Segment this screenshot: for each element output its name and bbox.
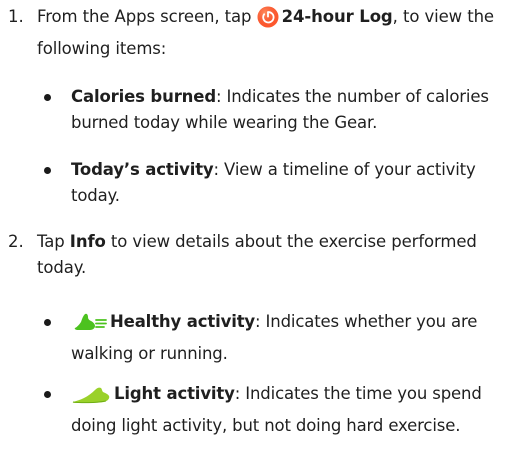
bullet-term: Light activity (114, 384, 235, 403)
step-text: Tap Info to view details about the exerc… (37, 229, 517, 281)
instruction-page: 1. From the Apps screen, tap 24-hour Log… (0, 0, 522, 453)
bullet-text: Healthy activity: Indicates whether you … (71, 309, 519, 367)
24-hour-log-icon (257, 6, 279, 36)
bullet-dot (44, 94, 51, 101)
bullet-term: Healthy activity (110, 312, 256, 331)
healthy-activity-shoe-icon (71, 311, 107, 341)
step-number: 1. (8, 7, 24, 26)
bullet-term: Calories burned (71, 87, 216, 106)
bullet-text: Calories burned: Indicates the number of… (71, 84, 519, 136)
step-number: 2. (8, 232, 24, 251)
bullet-term: Today’s activity (71, 160, 214, 179)
app-name: 24-hour Log (281, 7, 393, 26)
step-text: From the Apps screen, tap 24-hour Log, t… (37, 4, 517, 62)
step-text-prefix: From the Apps screen, tap (37, 7, 257, 26)
bullet-dot (44, 391, 51, 398)
light-activity-shoe-icon (71, 383, 111, 413)
bullet-dot (44, 167, 51, 174)
bullet-text: Today’s activity: View a timeline of you… (71, 157, 519, 209)
bullet-dot (44, 319, 51, 326)
bullet-text: Light activity: Indicates the time you s… (71, 381, 519, 439)
step-text-prefix: Tap (37, 232, 70, 251)
info-label: Info (69, 232, 106, 251)
